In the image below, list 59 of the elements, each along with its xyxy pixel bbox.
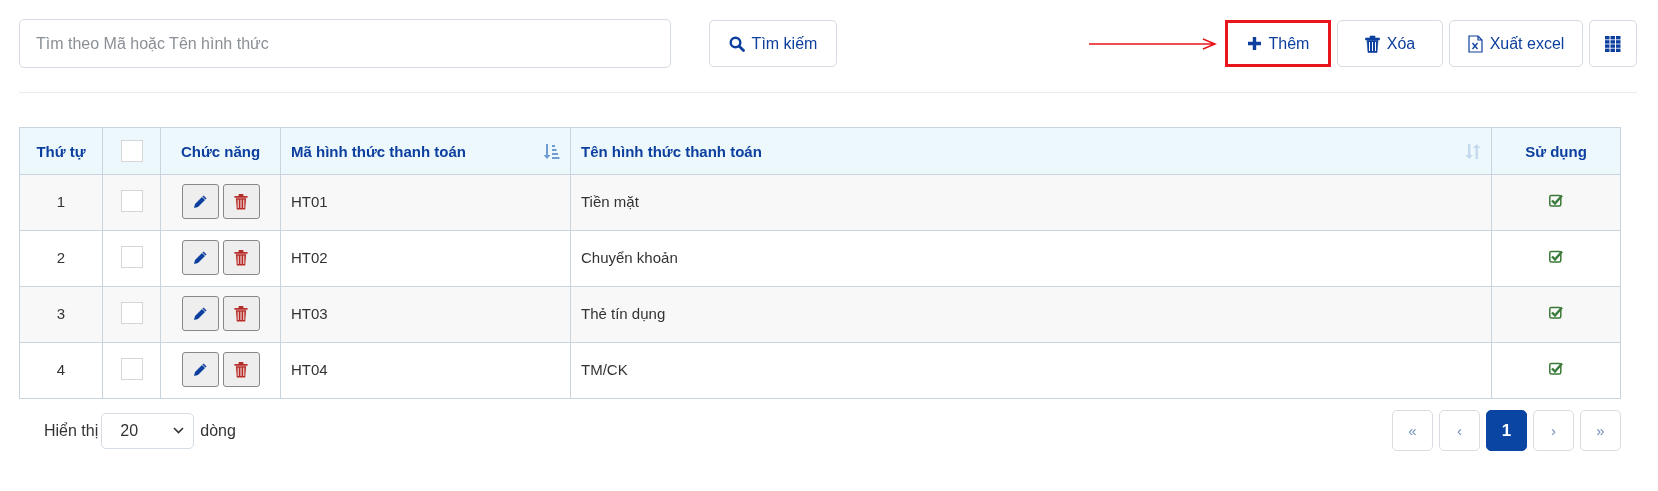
trash-icon (234, 305, 248, 322)
plus-icon (1246, 36, 1262, 51)
table-cell: HT02 (280, 230, 571, 287)
trash-icon (234, 193, 248, 210)
column-header: Chức năng (160, 127, 281, 175)
edit-button[interactable] (181, 240, 219, 275)
table-cell: 3 (19, 286, 103, 343)
table-cell: Chuyển khoản (570, 230, 1492, 287)
row-checkbox[interactable] (120, 246, 143, 268)
row-checkbox[interactable] (120, 190, 143, 212)
delete-button[interactable]: Xóa (1337, 20, 1443, 67)
search-icon (728, 35, 745, 52)
row-checkbox[interactable] (120, 358, 143, 380)
page-button[interactable]: « (1392, 410, 1433, 451)
excel-file-icon (1467, 34, 1483, 53)
column-header: Thứ tự (19, 127, 103, 175)
page-button[interactable]: ‹ (1439, 410, 1480, 451)
delete-row-button[interactable] (222, 240, 260, 275)
table-cell: 4 (19, 342, 103, 399)
show-label: Hiển thị (44, 421, 99, 440)
page-button[interactable]: » (1580, 410, 1621, 451)
delete-row-button[interactable] (222, 184, 260, 219)
table-cell: 2 (19, 230, 103, 287)
edit-button[interactable] (181, 184, 219, 219)
row-checkbox[interactable] (120, 302, 143, 324)
pencil-icon (193, 194, 207, 209)
table-cell: 1 (19, 174, 103, 231)
search-button[interactable]: Tìm kiếm (709, 20, 837, 67)
trash-icon (234, 361, 248, 378)
trash-icon (1364, 34, 1380, 53)
export-button[interactable]: Xuất excel (1449, 20, 1583, 67)
chevron-down-icon (173, 427, 185, 434)
table-cell: TM/CK (570, 342, 1492, 399)
trash-icon (234, 249, 248, 266)
page-size-select[interactable]: 20 (101, 412, 195, 449)
add-button[interactable]: Thêm (1225, 20, 1331, 67)
search-field[interactable]: Tìm theo Mã hoặc Tên hình thức (19, 19, 671, 68)
sort-icon[interactable] (544, 143, 560, 160)
delete-row-button[interactable] (222, 296, 260, 331)
column-header: Mã hình thức thanh toán (280, 127, 571, 175)
edit-button[interactable] (181, 296, 219, 331)
table-cell: HT01 (280, 174, 571, 231)
column-toggle-button[interactable] (1589, 20, 1637, 67)
page-button[interactable]: 1 (1486, 410, 1527, 451)
table-cell: HT03 (280, 286, 571, 343)
table-cell: Thẻ tín dụng (570, 286, 1492, 343)
grid-icon (1605, 35, 1621, 52)
edit-button[interactable] (181, 352, 219, 387)
rows-label: dòng (200, 421, 236, 440)
select-all-checkbox[interactable] (120, 140, 143, 162)
pencil-icon (193, 362, 207, 377)
table-cell: Tiền mặt (570, 174, 1492, 231)
page-button[interactable]: › (1533, 410, 1574, 451)
delete-row-button[interactable] (222, 352, 260, 387)
table-cell: HT04 (280, 342, 571, 399)
column-header: Tên hình thức thanh toán (570, 127, 1492, 175)
pencil-icon (193, 306, 207, 321)
column-header: Sử dụng (1491, 127, 1621, 175)
pencil-icon (193, 250, 207, 265)
